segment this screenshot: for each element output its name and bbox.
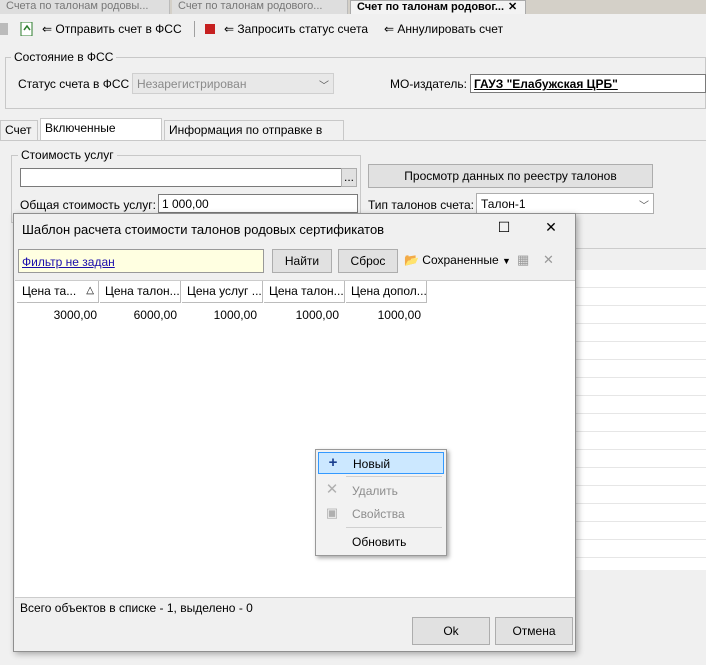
column-header-label: Цена талон... xyxy=(105,284,180,298)
talon-type-select[interactable]: Талон-1 ﹀ xyxy=(476,193,654,214)
menu-item-label: Удалить xyxy=(352,484,398,498)
send-to-fss-label: Отправить счет в ФСС xyxy=(55,22,182,36)
column-header-label: Цена талон... xyxy=(269,284,344,298)
tab-label: Счет xyxy=(5,123,32,137)
total-cost-field: 1 000,00 xyxy=(158,194,358,213)
doc-tab-label: Счет по талонам родового... xyxy=(178,0,323,12)
doc-tab-1[interactable]: Счета по талонам родовы... xyxy=(0,0,170,14)
menu-item-properties[interactable]: ▣ Свойства xyxy=(318,503,444,525)
tab-fss-send-info[interactable]: Информация по отправке в ФСС xyxy=(164,120,344,155)
services-input[interactable] xyxy=(20,168,342,187)
doc-tab-2[interactable]: Счет по талонам родового... xyxy=(172,0,348,14)
column-header[interactable]: Цена допол... xyxy=(346,281,427,303)
table-cell: 6000,00 xyxy=(133,308,177,322)
find-button[interactable]: Найти xyxy=(272,249,332,273)
template-grid: Цена та... △ Цена талон... Цена услуг ..… xyxy=(15,280,575,598)
doc-tab-label: Счет по талонам родовог... xyxy=(357,1,505,13)
saved-filters-dropdown[interactable]: 📂 Сохраненные ▼ xyxy=(404,253,511,267)
properties-icon: ▣ xyxy=(325,505,339,520)
table-cell: 1000,00 xyxy=(295,308,339,322)
total-cost-label: Общая стоимость услуг: xyxy=(20,198,156,212)
registry-view-button[interactable]: Просмотр данных по реестру талонов xyxy=(368,164,653,188)
fss-state-title: Состояние в ФСС xyxy=(11,50,117,64)
reset-button[interactable]: Сброс xyxy=(338,249,398,273)
sort-ascending-icon: △ xyxy=(86,285,94,296)
column-header-label: Цена услуг ... xyxy=(187,284,262,298)
status-text: Всего объектов в списке - 1, выделено - … xyxy=(20,601,253,615)
document-tab-strip: Счета по талонам родовы... Счет по талон… xyxy=(0,0,706,14)
filter-link[interactable]: Фильтр не задан xyxy=(22,255,115,269)
plus-icon: + xyxy=(328,454,338,471)
saved-label: Сохраненные xyxy=(422,253,499,267)
menu-separator xyxy=(346,476,442,477)
dialog-title: Шаблон расчета стоимости талонов родовых… xyxy=(22,222,385,237)
menu-item-refresh[interactable]: Обновить xyxy=(318,531,444,553)
chevron-down-icon: ﹀ xyxy=(319,81,329,92)
folder-icon: 📂 xyxy=(404,253,419,267)
table-cell: 3000,00 xyxy=(53,308,97,322)
ellipsis-button[interactable]: ... xyxy=(341,168,357,187)
arrow-left-icon: ⇐ xyxy=(384,22,395,36)
request-status-button[interactable]: ⇐ Запросить статус счета xyxy=(224,20,368,38)
tab-included-talons[interactable]: Включенные талоны xyxy=(40,118,162,153)
close-icon[interactable]: ✕ xyxy=(508,1,517,13)
column-header[interactable]: Цена талон... xyxy=(100,281,181,303)
save-icon[interactable] xyxy=(0,20,14,38)
refresh-doc-icon[interactable] xyxy=(20,20,34,38)
grid-settings-icon[interactable]: ▦ xyxy=(517,252,529,268)
context-menu: + Новый ✕ Удалить ▣ Свойства Обновить xyxy=(315,449,447,556)
stop-icon[interactable] xyxy=(203,20,217,38)
mo-issuer-value: ГАУЗ "Елабужская ЦРБ" xyxy=(474,77,618,91)
mo-issuer-label: МО-издатель: xyxy=(390,77,467,91)
column-header[interactable]: Цена та... △ xyxy=(17,281,99,303)
tab-account[interactable]: Счет xyxy=(0,120,38,140)
maximize-icon[interactable]: ☐ xyxy=(494,219,514,236)
menu-item-label: Свойства xyxy=(352,507,405,521)
chevron-down-icon: ▼ xyxy=(502,256,511,266)
column-header-label: Цена та... xyxy=(22,284,77,298)
menu-item-label: Обновить xyxy=(352,535,407,549)
column-header[interactable]: Цена услуг ... xyxy=(182,281,263,303)
background-grid-toolbar xyxy=(572,248,706,270)
menu-separator xyxy=(346,527,442,528)
send-to-fss-button[interactable]: ⇐ Отправить счет в ФСС xyxy=(42,20,182,38)
table-cell: 1000,00 xyxy=(377,308,421,322)
toolbar: ⇐ Отправить счет в ФСС ⇐ Запросить стату… xyxy=(0,16,706,42)
column-header[interactable]: Цена талон... xyxy=(264,281,345,303)
request-status-label: Запросить статус счета xyxy=(237,22,368,36)
toolbar-separator xyxy=(194,21,195,37)
total-cost-value: 1 000,00 xyxy=(162,197,209,211)
services-title: Стоимость услуг xyxy=(18,148,117,162)
annul-button[interactable]: ⇐ Аннулировать счет xyxy=(384,20,503,38)
filter-box[interactable]: Фильтр не задан xyxy=(18,249,264,273)
mo-issuer-field: ГАУЗ "Елабужская ЦРБ" xyxy=(470,74,706,93)
arrow-left-icon: ⇐ xyxy=(42,22,53,36)
chevron-down-icon: ﹀ xyxy=(639,201,649,212)
talon-type-value: Талон-1 xyxy=(481,197,526,211)
fss-status-select: Незарегистрирован ﹀ xyxy=(132,73,334,94)
talon-type-label: Тип талонов счета: xyxy=(368,198,474,212)
close-icon[interactable]: ✕ xyxy=(541,219,561,236)
table-row[interactable]: 3000,00 6000,00 1000,00 1000,00 1000,00 xyxy=(15,306,575,324)
cancel-button[interactable]: Отмена xyxy=(495,617,573,645)
delete-x-icon: ✕ xyxy=(325,481,339,498)
menu-item-new[interactable]: + Новый xyxy=(318,452,444,474)
menu-item-label: Новый xyxy=(353,457,391,471)
close-icon[interactable]: ✕ xyxy=(543,252,554,268)
fss-status-label: Статус счета в ФСС xyxy=(18,77,130,91)
ok-button[interactable]: Ok xyxy=(412,617,490,645)
doc-tab-label: Счета по талонам родовы... xyxy=(6,0,149,12)
doc-tab-3-active[interactable]: Счет по талонам родовог... ✕ xyxy=(350,0,526,14)
arrow-left-icon: ⇐ xyxy=(224,22,235,36)
background-grid xyxy=(572,270,706,570)
menu-item-delete[interactable]: ✕ Удалить xyxy=(318,480,444,502)
table-cell: 1000,00 xyxy=(213,308,257,322)
template-dialog: Шаблон расчета стоимости талонов родовых… xyxy=(13,213,576,652)
fss-status-value: Незарегистрирован xyxy=(137,77,247,91)
column-header-label: Цена допол... xyxy=(351,284,427,298)
annul-label: Аннулировать счет xyxy=(397,22,504,36)
